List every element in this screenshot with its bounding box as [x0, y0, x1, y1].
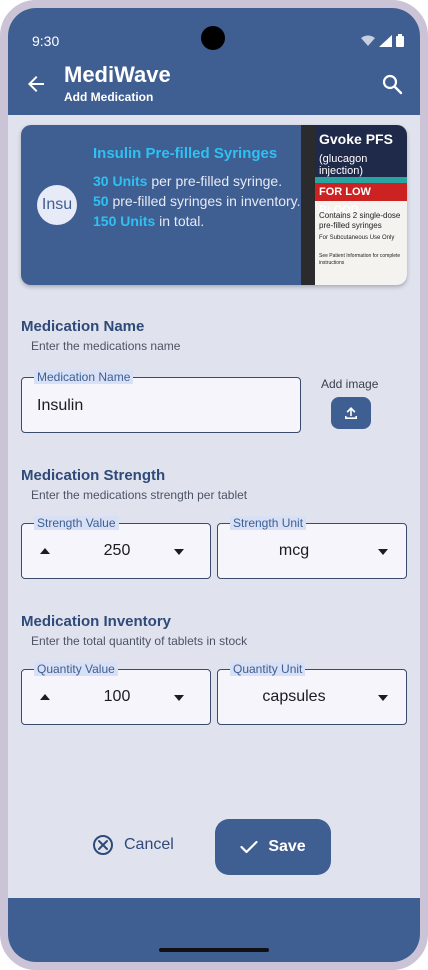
strength-value-label: Strength Value — [34, 516, 119, 530]
total-text: in total. — [155, 213, 205, 229]
page-subtitle: Add Medication — [64, 90, 154, 104]
medication-name-field[interactable]: Medication Name Insulin — [21, 370, 301, 433]
card-title: Insulin Pre-filled Syringes — [93, 145, 278, 162]
quantity-value-stepper[interactable]: Quantity Value 100 — [21, 662, 211, 725]
quantity-unit-value: capsules — [262, 688, 326, 705]
signal-icon — [379, 34, 392, 47]
dose-value: 30 Units — [93, 173, 148, 189]
package-banner: FOR LOW BLOOD — [315, 183, 407, 216]
name-section-subtitle: Enter the medications name — [31, 339, 181, 353]
dose-line: 30 Units per pre-filled syringe. — [93, 171, 303, 191]
save-button[interactable]: Save — [215, 819, 331, 875]
package-line-1: Contains 2 single-dose pre-filled syring… — [319, 211, 401, 230]
upload-image-button[interactable] — [331, 397, 371, 429]
cancel-label: Cancel — [124, 836, 174, 853]
total-value: 150 Units — [93, 213, 156, 229]
device-frame: 9:30 MediWave Add Medication Insu Insuli… — [0, 0, 428, 970]
add-image-label: Add image — [321, 377, 379, 391]
search-icon[interactable] — [380, 72, 404, 96]
package-line-3: See Patient Information for complete ins… — [319, 253, 401, 266]
camera-cutout — [201, 26, 225, 50]
medication-name-label: Medication Name — [34, 370, 134, 384]
cancel-icon — [93, 835, 113, 855]
status-icons — [361, 34, 404, 47]
check-icon — [240, 840, 258, 854]
package-line-2: For Subcutaneous Use Only — [319, 235, 395, 241]
home-indicator[interactable] — [159, 948, 269, 952]
avatar: Insu — [37, 185, 77, 225]
decrement-arrow-icon[interactable] — [174, 549, 184, 555]
dose-text: per pre-filled syringe. — [147, 173, 283, 189]
save-label: Save — [268, 838, 306, 855]
dropdown-arrow-icon[interactable] — [378, 549, 388, 555]
package-brand: Gvoke PFS — [319, 131, 393, 147]
quantity-unit-label: Quantity Unit — [230, 662, 306, 676]
status-time: 9:30 — [32, 33, 60, 49]
cancel-button[interactable]: Cancel — [92, 834, 174, 856]
brand-suffix: PFS — [365, 131, 393, 147]
bottom-navigation-bar — [8, 898, 420, 962]
battery-icon — [396, 34, 404, 47]
medication-summary-card: Insu Insulin Pre-filled Syringes 30 Unit… — [21, 125, 407, 285]
total-line: 150 Units in total. — [93, 211, 303, 231]
inventory-section-subtitle: Enter the total quantity of tablets in s… — [31, 634, 248, 648]
strength-value-stepper[interactable]: Strength Value 250 — [21, 516, 211, 579]
card-details: 30 Units per pre-filled syringe. 50 pre-… — [93, 171, 303, 231]
inventory-section-title: Medication Inventory — [21, 613, 172, 630]
strength-unit-value: mcg — [278, 542, 310, 559]
strength-section-title: Medication Strength — [21, 467, 166, 484]
inventory-value: 50 — [93, 193, 109, 209]
back-arrow-icon[interactable] — [24, 72, 48, 96]
wifi-icon — [361, 35, 375, 46]
medication-name-value[interactable]: Insulin — [37, 397, 83, 415]
inventory-line: 50 pre-filled syringes in inventory. — [93, 191, 303, 211]
name-section-title: Medication Name — [21, 318, 145, 335]
quantity-value-label: Quantity Value — [34, 662, 118, 676]
medication-image: Gvoke PFS (glucagon injection) FOR LOW B… — [301, 125, 407, 285]
inventory-text: pre-filled syringes in inventory. — [108, 193, 301, 209]
dropdown-arrow-icon[interactable] — [378, 695, 388, 701]
strength-section-subtitle: Enter the medications strength per table… — [31, 488, 248, 502]
upload-icon — [345, 407, 357, 419]
strength-unit-label: Strength Unit — [230, 516, 307, 530]
app-title: MediWave — [64, 62, 171, 87]
decrement-arrow-icon[interactable] — [174, 695, 184, 701]
quantity-unit-select[interactable]: Quantity Unit capsules — [217, 662, 407, 725]
package-side — [301, 125, 315, 285]
strength-unit-select[interactable]: Strength Unit mcg — [217, 516, 407, 579]
package-subtitle: (glucagon injection) — [319, 153, 368, 177]
brand-name: Gvoke — [319, 131, 362, 147]
package-header: Gvoke PFS (glucagon injection) — [315, 125, 407, 177]
top-app-bar: 9:30 MediWave Add Medication — [8, 8, 420, 115]
